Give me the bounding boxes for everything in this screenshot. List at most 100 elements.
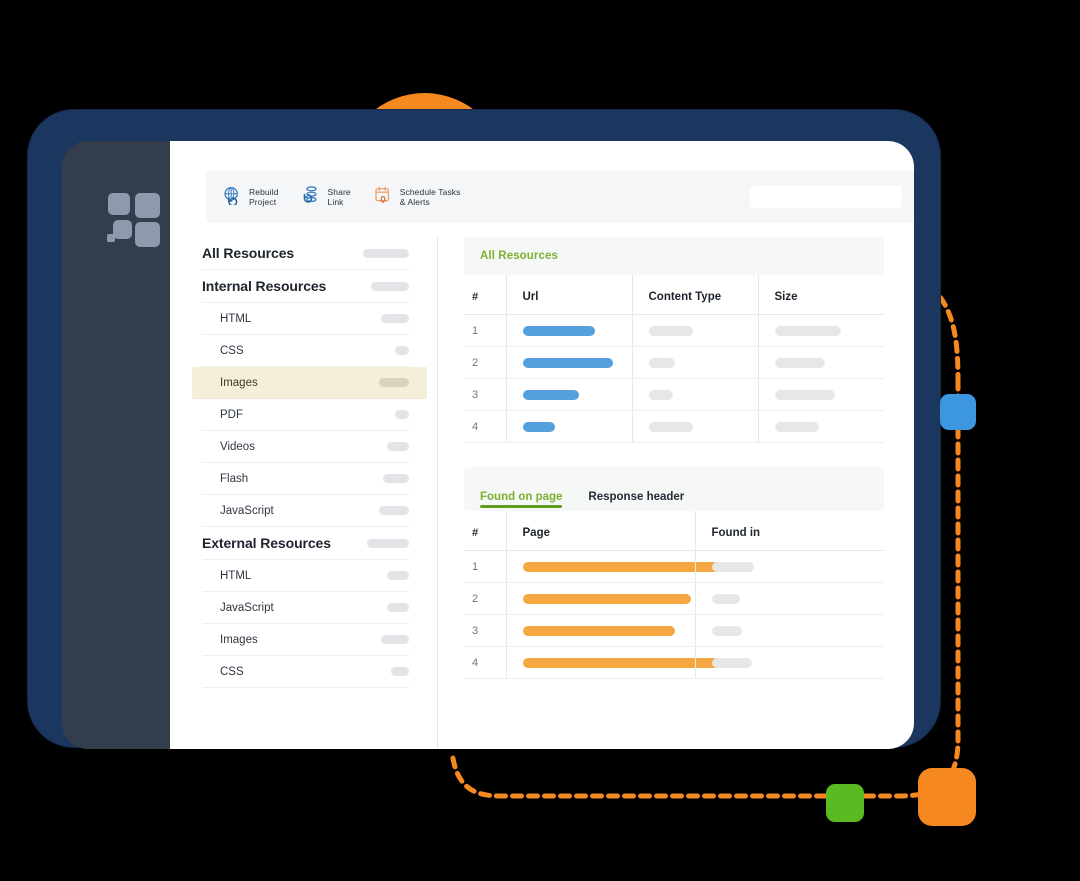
content-type-bar-cell bbox=[631, 346, 758, 379]
table-row[interactable]: 1 bbox=[464, 550, 884, 583]
sidebar-item-javascript[interactable]: JavaScript bbox=[202, 592, 409, 624]
app-surface: Rebuild Project Share Link Schedule Task… bbox=[170, 141, 914, 749]
sidebar-item-images-active[interactable]: Images bbox=[192, 367, 427, 399]
sidebar-item-css[interactable]: CSS bbox=[202, 656, 409, 688]
table-row[interactable]: 2 bbox=[464, 346, 884, 379]
sidebar-item-html[interactable]: HTML bbox=[202, 303, 409, 335]
sidebar-item-external-resources[interactable]: External Resources bbox=[202, 527, 409, 560]
sidebar-item-html[interactable]: HTML bbox=[202, 560, 409, 592]
search-input[interactable] bbox=[750, 186, 902, 208]
found-in-bar-cell bbox=[694, 646, 884, 679]
sidebar-item-label: Videos bbox=[220, 440, 255, 453]
content-type-bar-cell bbox=[631, 314, 758, 347]
col-header-page: Page bbox=[505, 511, 695, 551]
sidebar-item-label: JavaScript bbox=[220, 504, 274, 517]
sidebar-item-label: All Resources bbox=[202, 245, 295, 261]
table-row[interactable]: 3 bbox=[464, 378, 884, 411]
sidebar-item-pdf[interactable]: PDF bbox=[202, 399, 409, 431]
tab-response-header[interactable]: Response header bbox=[588, 491, 684, 511]
globe-refresh-icon bbox=[222, 185, 242, 210]
url-bar bbox=[522, 421, 555, 432]
row-number: 4 bbox=[464, 646, 506, 679]
col-header-found-in: Found in bbox=[694, 511, 884, 551]
share-link-label: Share Link bbox=[327, 186, 351, 208]
col-header-num-2: # bbox=[464, 511, 506, 551]
tablet-screen: Rebuild Project Share Link Schedule Task… bbox=[62, 141, 914, 749]
page-bar-cell bbox=[505, 614, 695, 647]
app-rail bbox=[62, 141, 170, 749]
url-bar-cell bbox=[505, 410, 632, 443]
share-link-icon bbox=[301, 185, 321, 210]
all-resources-panel-header: All Resources bbox=[464, 237, 884, 275]
sidebar-item-internal-resources[interactable]: Internal Resources bbox=[202, 270, 409, 303]
table-row[interactable]: 4 bbox=[464, 646, 884, 679]
table-row[interactable]: 4 bbox=[464, 410, 884, 443]
sidebar-item-all-resources[interactable]: All Resources bbox=[202, 237, 409, 270]
sidebar-item-count-placeholder bbox=[363, 248, 409, 258]
tablet-frame: Rebuild Project Share Link Schedule Task… bbox=[28, 110, 940, 749]
screenshot-stage: Rebuild Project Share Link Schedule Task… bbox=[0, 0, 1080, 881]
sidebar-item-label: HTML bbox=[220, 312, 252, 325]
sidebar-item-count-placeholder bbox=[367, 538, 409, 548]
table-row[interactable]: 1 bbox=[464, 314, 884, 347]
content-type-bar bbox=[648, 421, 693, 432]
size-bar bbox=[774, 357, 825, 368]
row-number: 4 bbox=[464, 410, 506, 443]
resource-sidebar: All Resources Internal Resources HTML CSS Im… bbox=[170, 237, 438, 749]
sidebar-item-count-placeholder bbox=[379, 506, 409, 515]
url-bar bbox=[522, 325, 595, 336]
schedule-tasks-button[interactable]: Schedule Tasks & Alerts bbox=[373, 185, 461, 210]
row-number: 1 bbox=[464, 550, 506, 583]
sidebar-item-label: Flash bbox=[220, 472, 249, 485]
sidebar-item-label: Internal Resources bbox=[202, 278, 327, 294]
content-type-bar bbox=[648, 357, 675, 368]
page-bar-cell bbox=[505, 550, 727, 583]
found-in-bar bbox=[711, 657, 752, 668]
app-logo-icon bbox=[107, 193, 160, 247]
tab-found-on-page[interactable]: Found on page bbox=[480, 491, 563, 511]
content-type-bar-cell bbox=[631, 410, 758, 443]
sidebar-item-flash[interactable]: Flash bbox=[202, 463, 409, 495]
all-resources-title: All Resources bbox=[480, 250, 558, 262]
found-panel-tabs: Found on page Response header bbox=[464, 467, 884, 511]
table-row[interactable]: 2 bbox=[464, 582, 884, 615]
sidebar-item-count-placeholder bbox=[381, 314, 409, 323]
sidebar-item-label: HTML bbox=[220, 569, 252, 582]
sidebar-item-label: JavaScript bbox=[220, 601, 274, 614]
url-bar-cell bbox=[505, 314, 632, 347]
page-bar-cell bbox=[505, 646, 751, 679]
page-bar bbox=[522, 625, 675, 636]
share-link-button[interactable]: Share Link bbox=[301, 185, 351, 210]
orange-node-decoration bbox=[918, 768, 976, 826]
sidebar-item-videos[interactable]: Videos bbox=[202, 431, 409, 463]
sidebar-item-count-placeholder bbox=[381, 635, 409, 644]
content-type-bar bbox=[648, 389, 673, 400]
sidebar-item-css[interactable]: CSS bbox=[202, 335, 409, 367]
url-bar bbox=[522, 357, 613, 368]
size-bar-cell bbox=[757, 378, 884, 411]
found-in-bar-cell bbox=[694, 582, 884, 615]
content-type-bar-cell bbox=[631, 378, 758, 411]
table-row[interactable]: 3 bbox=[464, 614, 884, 647]
toolbar: Rebuild Project Share Link Schedule Task… bbox=[206, 171, 914, 223]
sidebar-item-javascript[interactable]: JavaScript bbox=[202, 495, 409, 527]
url-bar-cell bbox=[505, 378, 632, 411]
size-bar-cell bbox=[757, 410, 884, 443]
sidebar-item-count-placeholder bbox=[379, 378, 409, 387]
size-bar bbox=[774, 325, 841, 336]
found-in-bar bbox=[711, 561, 754, 572]
row-number: 2 bbox=[464, 582, 506, 615]
content-type-bar bbox=[648, 325, 693, 336]
sidebar-item-label: CSS bbox=[220, 665, 244, 678]
found-table: # Page Found in 1234 bbox=[464, 511, 884, 679]
sidebar-item-label: External Resources bbox=[202, 535, 331, 551]
sidebar-item-count-placeholder bbox=[387, 571, 409, 580]
calendar-alert-icon bbox=[373, 185, 393, 210]
found-in-bar bbox=[711, 593, 740, 604]
page-bar-cell bbox=[505, 582, 695, 615]
sidebar-item-count-placeholder bbox=[395, 410, 409, 419]
sidebar-item-images[interactable]: Images bbox=[202, 624, 409, 656]
url-bar bbox=[522, 389, 579, 400]
blue-node-decoration bbox=[940, 394, 976, 430]
rebuild-project-button[interactable]: Rebuild Project bbox=[222, 185, 279, 210]
